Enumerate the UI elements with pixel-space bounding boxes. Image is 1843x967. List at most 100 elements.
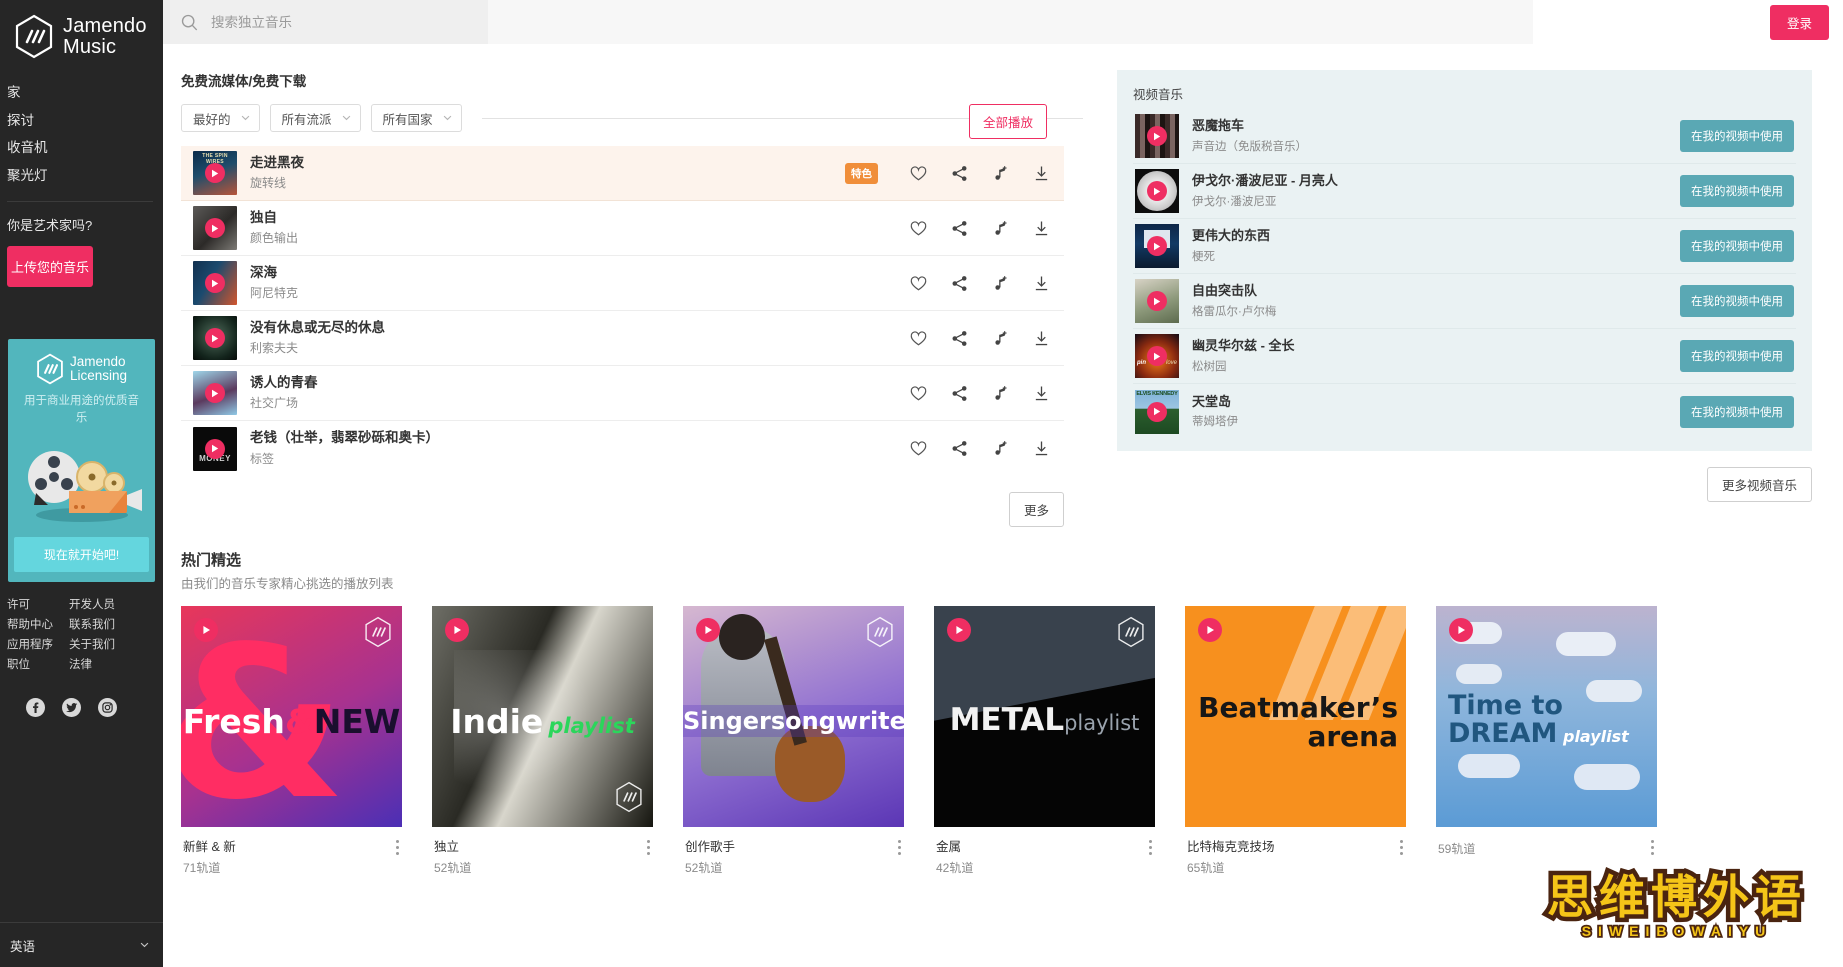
sidebar-item-home[interactable]: 家 (7, 79, 163, 107)
download-icon[interactable] (1033, 220, 1050, 237)
sort-filter-select[interactable]: 最好的 (181, 104, 260, 132)
play-icon[interactable] (205, 273, 225, 293)
sidebar-item-spotlight[interactable]: 聚光灯 (7, 162, 163, 190)
table-row[interactable]: 诱人的青春 社交广场 (181, 366, 1064, 421)
play-icon[interactable] (1147, 181, 1167, 201)
playlist-artwork[interactable]: METALplaylist (934, 606, 1155, 827)
play-icon[interactable] (1147, 401, 1167, 422)
play-icon[interactable] (1147, 126, 1167, 146)
download-icon[interactable] (1033, 385, 1050, 402)
play-icon[interactable] (194, 618, 218, 642)
table-row[interactable]: MONEY 老钱（壮举，翡翠砂砾和奥卡） 标签 (181, 421, 1064, 476)
heart-icon[interactable] (910, 275, 927, 292)
play-icon[interactable] (205, 328, 225, 348)
share-icon[interactable] (951, 220, 968, 237)
play-icon[interactable] (205, 383, 225, 403)
playlist-artwork[interactable]: Time to DREAM playlist (1436, 606, 1657, 827)
use-in-my-video-button[interactable]: 在我的视频中使用 (1680, 285, 1794, 317)
heart-icon[interactable] (910, 330, 927, 347)
use-in-my-video-button[interactable]: 在我的视频中使用 (1680, 120, 1794, 152)
country-filter-select[interactable]: 所有国家 (370, 104, 462, 132)
sidebar-item-radio[interactable]: 收音机 (7, 134, 163, 162)
list-item[interactable]: 恶魔拖车 声音边（免版税音乐） 在我的视频中使用 (1133, 109, 1796, 164)
playlist-card[interactable]: Time to DREAM playlist 59轨道 (1436, 606, 1657, 876)
share-icon[interactable] (951, 275, 968, 292)
twitter-icon[interactable] (62, 697, 81, 717)
table-row[interactable]: 深海 阿尼特克 (181, 256, 1064, 311)
track-cover[interactable]: THE SPIN WIRES (193, 151, 237, 195)
play-icon[interactable] (445, 618, 469, 642)
heart-icon[interactable] (910, 385, 927, 402)
add-to-playlist-icon[interactable] (992, 165, 1009, 182)
play-icon[interactable] (947, 618, 971, 642)
footer-link-legal[interactable]: 法律 (69, 656, 163, 672)
search-box[interactable] (163, 0, 488, 44)
use-in-my-video-button[interactable]: 在我的视频中使用 (1680, 175, 1794, 207)
add-to-playlist-icon[interactable] (992, 330, 1009, 347)
table-row[interactable]: THE SPIN WIRES 走进黑夜 旋转线 特色 (181, 146, 1064, 201)
add-to-playlist-icon[interactable] (992, 275, 1009, 292)
share-icon[interactable] (951, 385, 968, 402)
play-icon[interactable] (1449, 618, 1473, 642)
video-cover[interactable]: pin love (1135, 334, 1179, 378)
video-cover[interactable] (1135, 224, 1179, 268)
instagram-icon[interactable] (98, 697, 117, 717)
table-row[interactable]: 独自 颜色输出 (181, 201, 1064, 256)
share-icon[interactable] (951, 165, 968, 182)
footer-link-developers[interactable]: 开发人员 (69, 596, 163, 612)
download-icon[interactable] (1033, 330, 1050, 347)
more-video-music-button[interactable]: 更多视频音乐 (1706, 467, 1812, 502)
video-cover[interactable] (1135, 169, 1179, 213)
download-icon[interactable] (1033, 440, 1050, 457)
sidebar-item-explore[interactable]: 探讨 (7, 107, 163, 135)
genre-filter-select[interactable]: 所有流派 (269, 104, 361, 132)
footer-link-help[interactable]: 帮助中心 (7, 616, 69, 632)
video-cover[interactable] (1135, 114, 1179, 158)
list-item[interactable]: pin love 幽灵华尔兹 - 全长 松树园 在我的视频中使用 (1133, 329, 1796, 384)
list-item[interactable]: 更伟大的东西 梗死 在我的视频中使用 (1133, 219, 1796, 274)
download-icon[interactable] (1033, 165, 1050, 182)
track-cover[interactable]: MONEY (193, 426, 237, 471)
play-icon[interactable] (205, 438, 225, 459)
add-to-playlist-icon[interactable] (992, 385, 1009, 402)
footer-link-apps[interactable]: 应用程序 (7, 636, 69, 652)
add-to-playlist-icon[interactable] (992, 220, 1009, 237)
play-icon[interactable] (696, 618, 720, 642)
playlist-menu-icon[interactable] (1651, 836, 1655, 855)
table-row[interactable]: 没有休息或无尽的休息 利索夫夫 (181, 311, 1064, 366)
playlist-artwork[interactable]: Indie playlist (432, 606, 653, 827)
playlist-artwork[interactable]: Beatmaker’s arena (1185, 606, 1406, 827)
play-icon[interactable] (1147, 291, 1167, 311)
playlist-menu-icon[interactable] (647, 836, 651, 855)
language-selector[interactable]: 英语 (0, 922, 163, 967)
footer-link-contact[interactable]: 联系我们 (69, 616, 163, 632)
heart-icon[interactable] (910, 165, 927, 182)
playlist-artwork[interactable]: & Fresh&NEW (181, 606, 402, 827)
play-icon[interactable] (1147, 346, 1167, 366)
play-icon[interactable] (205, 163, 225, 183)
footer-link-license[interactable]: 许可 (7, 596, 69, 612)
heart-icon[interactable] (910, 220, 927, 237)
licensing-start-button[interactable]: 现在就开始吧! (14, 536, 149, 572)
playlist-menu-icon[interactable] (898, 836, 902, 855)
facebook-icon[interactable] (26, 697, 45, 717)
playlist-card[interactable]: Singersongwriter 创作歌手 52轨道 (683, 606, 904, 876)
login-button[interactable]: 登录 (1769, 4, 1829, 40)
playlist-menu-icon[interactable] (396, 836, 400, 855)
video-cover[interactable] (1135, 279, 1179, 323)
use-in-my-video-button[interactable]: 在我的视频中使用 (1680, 230, 1794, 262)
play-icon[interactable] (1147, 236, 1167, 256)
video-cover[interactable]: ELVIS KENNEDY (1135, 389, 1179, 434)
add-to-playlist-icon[interactable] (992, 440, 1009, 457)
share-icon[interactable] (951, 440, 968, 457)
track-cover[interactable] (193, 261, 237, 305)
download-icon[interactable] (1033, 275, 1050, 292)
list-item[interactable]: ELVIS KENNEDY 天堂岛 蒂姆塔伊 在我的视频中使用 (1133, 384, 1796, 439)
heart-icon[interactable] (910, 440, 927, 457)
play-icon[interactable] (1198, 618, 1222, 642)
play-icon[interactable] (205, 218, 225, 238)
list-item[interactable]: 伊戈尔·潘波尼亚 - 月亮人 伊戈尔·潘波尼亚 在我的视频中使用 (1133, 164, 1796, 219)
footer-link-jobs[interactable]: 职位 (7, 656, 69, 672)
use-in-my-video-button[interactable]: 在我的视频中使用 (1680, 395, 1794, 428)
brand-logo[interactable]: Jamendo Music (0, 0, 163, 59)
